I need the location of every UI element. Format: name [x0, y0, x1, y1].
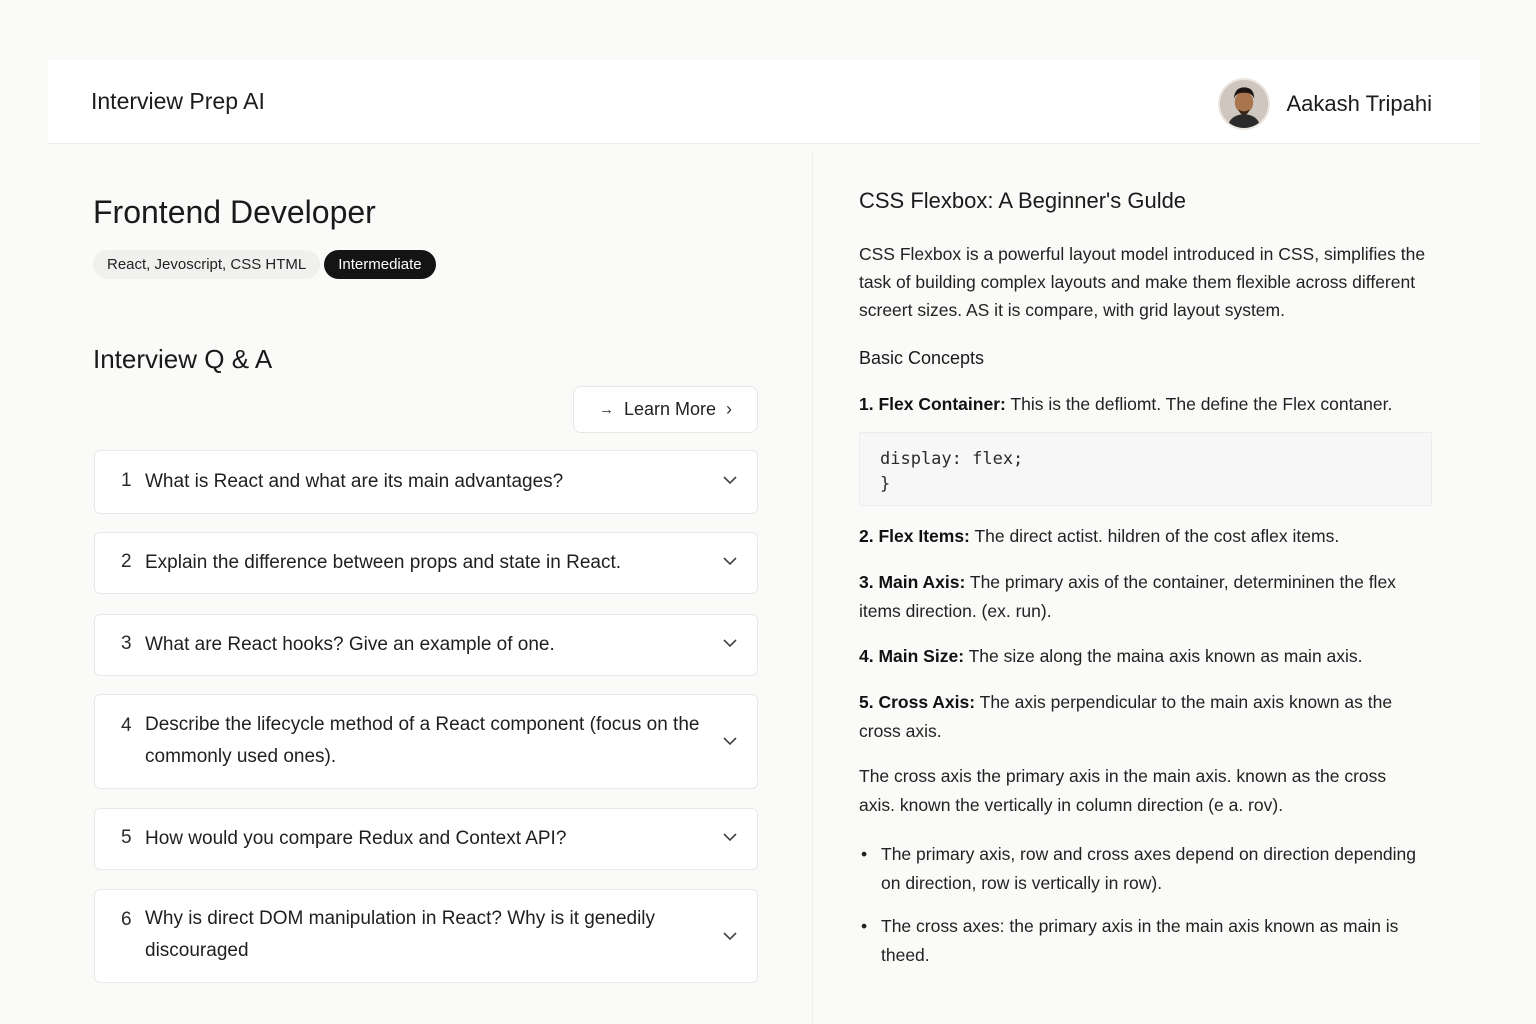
- bullet-item: • The cross axes: the primary axis in th…: [859, 912, 1419, 970]
- concept-item-1: 1. Flex Container: This is the defliomt.…: [859, 390, 1434, 418]
- concept-label: 2. Flex Items:: [859, 526, 970, 546]
- question-item-3[interactable]: 3 What are React hooks? Give an example …: [94, 614, 758, 676]
- concept-item-4: 4. Main Size: The size along the maina a…: [859, 642, 1434, 670]
- level-tag: Intermediate: [324, 250, 436, 279]
- question-item-5[interactable]: 5 How would you compare Redux and Contex…: [94, 808, 758, 870]
- app-title[interactable]: Interview Prep AI: [91, 88, 265, 115]
- question-text: Explain the difference between props and…: [145, 552, 622, 573]
- question-text: Why is direct DOM manipulation in React?…: [145, 908, 656, 961]
- bullet-text: The primary axis, row and cross axes dep…: [881, 844, 1417, 893]
- question-number: 6: [121, 909, 132, 930]
- question-text: Describe the lifecycle method of a React…: [145, 714, 700, 767]
- left-panel: Frontend Developer React, Jevoscript, CS…: [93, 160, 758, 1024]
- question-number: 1: [121, 470, 132, 491]
- panel-divider: [812, 150, 813, 1024]
- article-paragraph: The cross axis the primary axis in the m…: [859, 766, 1387, 815]
- article-title: CSS Flexbox: A Beginner's Gulde: [859, 188, 1187, 213]
- question-text: How would you compare Redux and Context …: [145, 828, 567, 849]
- chevron-down-icon[interactable]: [723, 931, 737, 943]
- concept-label: 3. Main Axis:: [859, 572, 966, 592]
- question-number: 2: [121, 551, 132, 572]
- chevron-down-icon[interactable]: [723, 556, 737, 568]
- role-tags: React, Jevoscript, CSS HTML Intermediate: [93, 250, 436, 279]
- concept-item-2: 2. Flex Items: The direct actist. hildre…: [859, 522, 1434, 550]
- concept-item-5: 5. Cross Axis: The axis perpendicular to…: [859, 688, 1404, 746]
- top-header: Interview Prep AI Aakash Tripahi: [48, 60, 1480, 144]
- concept-text: This is the defliomt. The define the Fle…: [1010, 394, 1393, 414]
- question-text: What is React and what are its main adva…: [145, 471, 564, 492]
- learn-more-label: Learn More: [623, 399, 717, 419]
- user-profile[interactable]: Aakash Tripahi: [1218, 78, 1432, 130]
- code-line: }: [880, 474, 891, 494]
- skills-tag: React, Jevoscript, CSS HTML: [93, 250, 321, 279]
- code-line: display: flex;: [880, 449, 1024, 469]
- chevron-down-icon[interactable]: [723, 832, 737, 844]
- question-item-1[interactable]: 1 What is React and what are its main ad…: [94, 450, 758, 514]
- user-avatar-icon[interactable]: [1218, 78, 1271, 130]
- question-text: What are React hooks? Give an example of…: [145, 634, 555, 655]
- concept-text: The size along the maina axis known as m…: [968, 646, 1363, 666]
- concept-label: 1. Flex Container:: [859, 394, 1006, 414]
- chevron-down-icon[interactable]: [723, 736, 737, 748]
- question-number: 5: [121, 827, 132, 848]
- section-heading: Basic Concepts: [859, 348, 985, 368]
- bullet-text: The cross axes: the primary axis in the …: [881, 916, 1399, 965]
- bullet-dot-icon: •: [861, 844, 868, 864]
- question-number: 4: [121, 715, 132, 736]
- code-block: display: flex; }: [859, 432, 1432, 506]
- question-item-6[interactable]: 6 Why is direct DOM manipulation in Reac…: [94, 889, 758, 983]
- role-title: Frontend Developer: [93, 194, 376, 230]
- concept-label: 4. Main Size:: [859, 646, 965, 666]
- chevron-down-icon[interactable]: [723, 638, 737, 650]
- chevron-down-icon[interactable]: [723, 475, 737, 487]
- user-name: Aakash Tripahi: [1286, 91, 1432, 116]
- chevron-right-icon: ›: [726, 399, 733, 419]
- arrow-right-icon: →: [598, 401, 614, 418]
- question-item-4[interactable]: 4 Describe the lifecycle method of a Rea…: [94, 694, 758, 789]
- qa-section-title: Interview Q & A: [93, 344, 273, 374]
- concept-text: The direct actist. hildren of the cost a…: [974, 526, 1340, 546]
- question-item-2[interactable]: 2 Explain the difference between props a…: [94, 532, 758, 594]
- learn-more-button[interactable]: → Learn More ›: [573, 386, 758, 433]
- bullet-item: • The primary axis, row and cross axes d…: [859, 840, 1419, 898]
- concept-label: 5. Cross Axis:: [859, 692, 976, 712]
- concept-item-3: 3. Main Axis: The primary axis of the co…: [859, 568, 1414, 626]
- question-number: 3: [121, 633, 132, 654]
- article-intro: CSS Flexbox is a powerful layout model i…: [859, 244, 1426, 320]
- bullet-dot-icon: •: [861, 916, 868, 936]
